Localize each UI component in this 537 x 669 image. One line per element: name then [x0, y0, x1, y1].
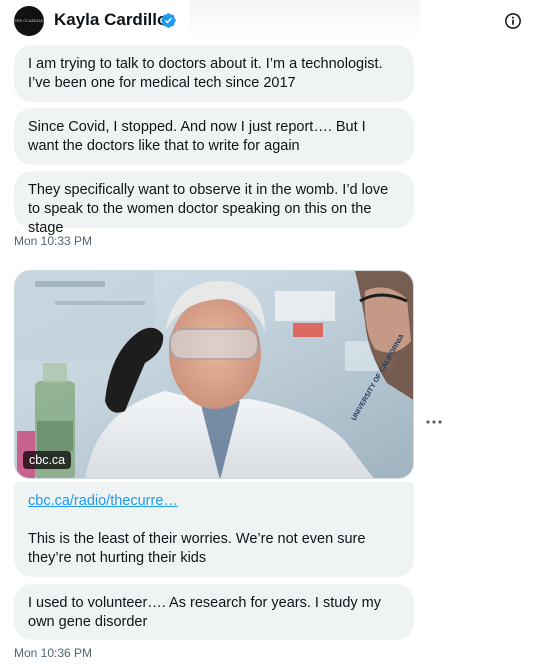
message-bubble[interactable]: Since Covid, I stopped. And now I just r… — [14, 108, 414, 165]
avatar[interactable]: THE GUARDIAN — [14, 6, 44, 36]
verified-badge-icon — [161, 13, 176, 28]
link-preview-image: UNIVERSITY OF CALIFORNIA — [15, 271, 413, 478]
contact-name[interactable]: Kayla Cardillo — [54, 10, 167, 30]
message-link[interactable]: cbc.ca/radio/thecurre… — [28, 492, 400, 511]
message-text: I am trying to talk to doctors about it.… — [28, 56, 383, 91]
message-bubble[interactable]: I am trying to talk to doctors about it.… — [14, 45, 414, 102]
message-text: Since Covid, I stopped. And now I just r… — [28, 119, 366, 154]
conversation-header: THE GUARDIAN Kayla Cardillo — [0, 0, 537, 42]
message-text: They specifically want to observe it in … — [28, 182, 389, 236]
message-timestamp: Mon 10:36 PM — [14, 646, 93, 660]
message-bubble[interactable]: They specifically want to observe it in … — [14, 171, 414, 236]
message-bubble[interactable]: cbc.ca/radio/thecurre… This is the least… — [14, 482, 414, 577]
message-text: This is the least of their worries. We’r… — [28, 531, 366, 566]
message-timestamp: Mon 10:33 PM — [14, 234, 93, 248]
info-circle-icon[interactable] — [503, 11, 523, 31]
link-preview-card[interactable]: UNIVERSITY OF CALIFORNIA cbc.ca — [14, 270, 414, 479]
more-horizontal-icon[interactable] — [425, 415, 443, 429]
link-domain-badge: cbc.ca — [23, 451, 72, 469]
message-bubble[interactable]: I used to volunteer…. As research for ye… — [14, 584, 414, 640]
message-text: I used to volunteer…. As research for ye… — [28, 595, 381, 630]
avatar-text: THE GUARDIAN — [14, 19, 44, 23]
